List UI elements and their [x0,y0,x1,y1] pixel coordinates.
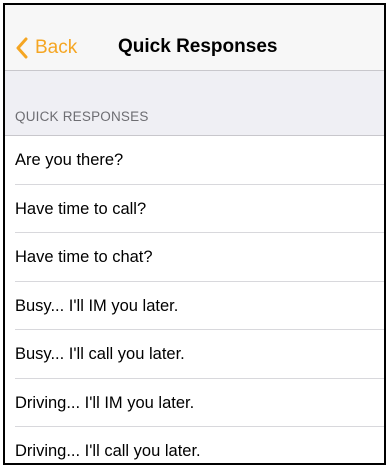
list-item-label: Have time to chat? [15,248,153,267]
list-item[interactable]: Driving... I'll call you later. [5,427,384,463]
list-item[interactable]: Are you there? [5,136,384,185]
list-item[interactable]: Driving... I'll IM you later. [5,379,384,428]
page-title: Quick Responses [118,36,278,57]
list-item[interactable]: Have time to call? [5,185,384,234]
settings-content: QUICK RESPONSES Are you there? Have time… [5,71,384,463]
list-item-label: Are you there? [15,151,124,170]
list-item-label: Driving... I'll IM you later. [15,393,195,412]
back-button[interactable]: Back [15,35,77,61]
list-item[interactable]: Busy... I'll IM you later. [5,282,384,331]
list-item[interactable]: Busy... I'll call you later. [5,330,384,379]
list-item-label: Driving... I'll call you later. [15,442,201,461]
app-screen: Back Quick Responses QUICK RESPONSES Are… [3,3,386,465]
navigation-bar: Back Quick Responses [5,5,384,71]
list-item-label: Have time to call? [15,199,147,218]
quick-responses-list: Are you there? Have time to call? Have t… [5,135,384,463]
back-button-label: Back [35,37,78,58]
list-item-label: Busy... I'll call you later. [15,345,185,364]
list-item-label: Busy... I'll IM you later. [15,296,179,315]
chevron-left-icon [16,37,28,59]
list-item[interactable]: Have time to chat? [5,233,384,282]
section-header: QUICK RESPONSES [15,109,149,124]
